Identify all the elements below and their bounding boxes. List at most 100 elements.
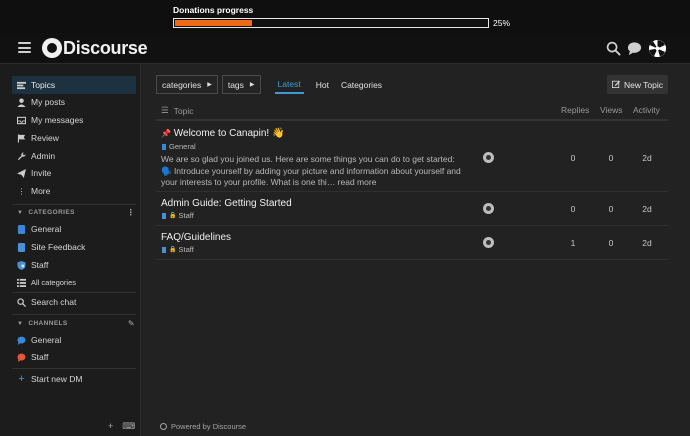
topic-header-label: Topic <box>173 105 194 116</box>
sidebar-item-label: Invite <box>31 168 52 178</box>
tab-hot[interactable]: Hot <box>316 75 329 94</box>
donation-banner: Donations progress 25% <box>0 0 690 33</box>
sidebar-category-general[interactable]: General <box>12 220 136 238</box>
keyboard-icon[interactable]: ⌨ <box>122 421 135 432</box>
sidebar-divider <box>12 204 136 205</box>
category-square-icon <box>162 212 166 219</box>
tab-categories[interactable]: Categories <box>341 75 382 94</box>
chat-bubble-icon <box>17 336 26 345</box>
tab-latest[interactable]: Latest <box>274 75 304 94</box>
category-square-icon <box>162 246 166 253</box>
sidebar-item-topics[interactable]: Topics <box>12 76 136 94</box>
sidebar-divider <box>12 314 136 315</box>
sidebar-item-label: More <box>31 186 51 196</box>
plus-icon[interactable]: + <box>108 421 113 432</box>
sidebar-item-label: Start new DM <box>31 374 83 384</box>
sidebar-all-categories[interactable]: All categories <box>12 273 136 291</box>
views-column-header[interactable]: Views <box>600 105 623 115</box>
activity-column-header[interactable]: Activity <box>633 105 660 115</box>
topic-list-header: ☰ Topic Replies Views Activity <box>156 101 668 121</box>
activity-time[interactable]: 2d <box>637 204 657 214</box>
views-count: 0 <box>608 238 614 248</box>
sidebar-item-label: Staff <box>31 352 49 362</box>
tags-dropdown[interactable]: tags ▶ <box>221 75 261 94</box>
category-square-icon <box>17 224 26 234</box>
sidebar-item-my-posts[interactable]: My posts <box>12 93 136 111</box>
sidebar-footer: + ⌨ <box>108 421 135 432</box>
sidebar-item-label: Topics <box>31 80 56 90</box>
replies-count: 1 <box>570 238 576 248</box>
plus-icon: + <box>18 373 25 385</box>
search-icon[interactable] <box>606 41 621 56</box>
topic-category[interactable]: General <box>162 142 196 151</box>
hamburger-icon[interactable] <box>18 42 31 53</box>
views-count: 0 <box>608 153 614 163</box>
replies-count: 0 <box>570 153 576 163</box>
sidebar-channel-staff[interactable]: Staff <box>12 348 136 366</box>
sidebar-item-label: All categories <box>31 277 77 287</box>
poster-avatar[interactable] <box>483 237 494 248</box>
sidebar-channel-general[interactable]: General <box>12 331 136 349</box>
categories-dropdown[interactable]: categories ▶ <box>156 75 218 94</box>
replies-column-header[interactable]: Replies <box>561 105 589 115</box>
sidebar-item-more[interactable]: ⋮ More <box>12 182 136 200</box>
list-icon <box>17 278 26 287</box>
chat-bubble-icon <box>17 353 26 362</box>
pin-icon: 📌 <box>161 129 171 138</box>
powered-by[interactable]: Powered by Discourse <box>160 422 246 431</box>
section-options-icon[interactable]: ⋮ <box>127 208 135 217</box>
sidebar-item-label: General <box>31 335 62 345</box>
user-avatar[interactable] <box>649 40 666 57</box>
sidebar-item-label: Staff <box>31 260 49 270</box>
donation-progress-fill <box>175 20 252 26</box>
new-topic-button[interactable]: New Topic <box>607 75 668 94</box>
topic-row: Admin Guide: Getting Started 🔒 Staff 0 0… <box>156 192 668 226</box>
topic-column-header[interactable]: ☰ Topic <box>161 105 193 116</box>
sidebar-divider <box>12 368 136 369</box>
wrench-icon <box>17 151 26 161</box>
search-icon <box>17 297 26 307</box>
sidebar: Topics My posts My messages Review Admin… <box>0 64 141 436</box>
sidebar-item-admin[interactable]: Admin <box>12 147 136 165</box>
topic-category[interactable]: 🔒 Staff <box>162 211 194 220</box>
channels-section-header[interactable]: ▼ CHANNELS ✎ <box>17 319 135 328</box>
chevron-down-icon: ▼ <box>17 209 24 216</box>
topic-title[interactable]: 📌 Welcome to Canapin! 👋 <box>161 128 284 139</box>
logo-text: Discourse <box>63 37 148 58</box>
pencil-icon[interactable]: ✎ <box>128 319 135 328</box>
sidebar-category-site-feedback[interactable]: Site Feedback <box>12 238 136 256</box>
poster-avatar[interactable] <box>483 152 494 163</box>
sidebar-search-chat[interactable]: Search chat <box>12 293 136 311</box>
sidebar-category-staff[interactable]: Staff <box>12 256 136 274</box>
activity-time[interactable]: 2d <box>637 153 657 163</box>
channels-heading: CHANNELS <box>28 320 68 327</box>
topic-excerpt[interactable]: We are so glad you joined us. Here are s… <box>161 154 461 189</box>
pencil-square-icon <box>611 80 620 90</box>
poster-avatar[interactable] <box>483 203 494 214</box>
site-header: Discourse <box>0 33 690 64</box>
sidebar-item-label: Review <box>31 133 59 143</box>
chat-icon[interactable] <box>627 41 642 56</box>
sidebar-item-review[interactable]: Review <box>12 129 136 147</box>
site-logo[interactable]: Discourse <box>42 36 148 60</box>
donation-progress-bar <box>173 18 489 28</box>
bulk-select-icon[interactable]: ☰ <box>161 105 169 116</box>
topic-category[interactable]: 🔒 Staff <box>162 245 194 254</box>
topic-row: 📌 Welcome to Canapin! 👋 General We are s… <box>156 122 668 192</box>
sidebar-start-new-dm[interactable]: + Start new DM <box>12 370 136 388</box>
powered-by-label: Powered by Discourse <box>171 422 247 431</box>
inbox-icon <box>17 116 26 125</box>
topic-title[interactable]: Admin Guide: Getting Started <box>161 198 292 209</box>
paper-plane-icon <box>17 168 26 178</box>
donation-percent: 25% <box>493 18 511 28</box>
categories-heading: CATEGORIES <box>28 209 75 216</box>
category-label: Staff <box>178 245 194 254</box>
category-label: General <box>169 142 196 151</box>
topic-title[interactable]: FAQ/Guidelines <box>161 232 231 243</box>
sidebar-item-my-messages[interactable]: My messages <box>12 111 136 129</box>
sidebar-item-label: Admin <box>31 151 56 161</box>
sidebar-item-invite[interactable]: Invite <box>12 164 136 182</box>
user-icon <box>17 97 26 107</box>
categories-section-header[interactable]: ▼ CATEGORIES ⋮ <box>17 208 135 217</box>
activity-time[interactable]: 2d <box>637 238 657 248</box>
